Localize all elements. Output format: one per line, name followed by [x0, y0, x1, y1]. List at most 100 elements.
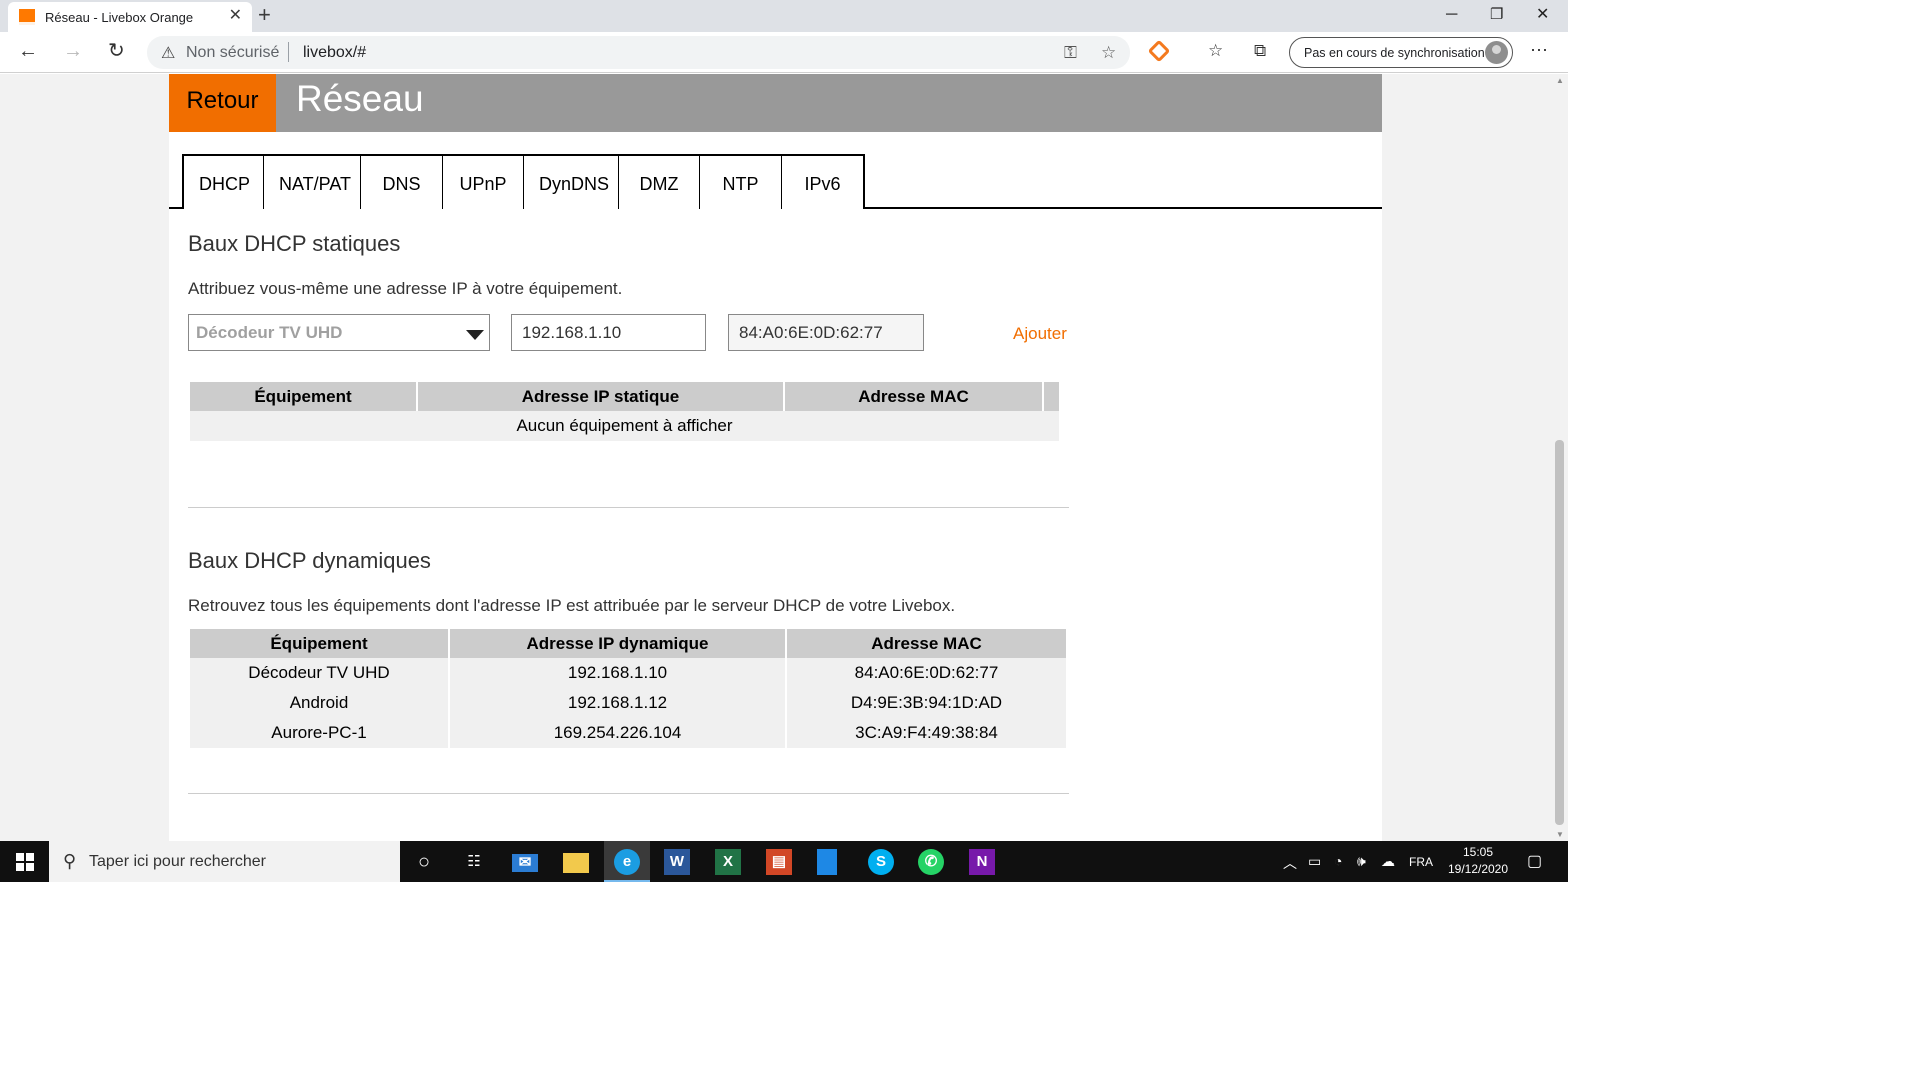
system-clock[interactable]: 15:05 19/12/2020	[1446, 844, 1510, 878]
edge-browser-icon[interactable]: e	[614, 849, 640, 875]
word-icon[interactable]: W	[664, 849, 690, 875]
tab-ipv6[interactable]: IPv6	[782, 156, 863, 209]
cortana-icon[interactable]: ○	[411, 849, 437, 875]
dropdown-arrow-icon	[466, 330, 484, 340]
cell-device: Décodeur TV UHD	[190, 658, 448, 688]
browser-toolbar: ← → ↻ ⚠ Non sécurisé livebox/# ⚿ ☆ ☆ ⧉ P…	[0, 32, 1568, 73]
cell-device: Aurore-PC-1	[190, 718, 448, 748]
search-placeholder: Taper ici pour rechercher	[89, 853, 266, 870]
static-leases-title: Baux DHCP statiques	[188, 231, 401, 256]
task-view-icon[interactable]: ☷	[461, 849, 487, 875]
security-status[interactable]: Non sécurisé	[186, 44, 279, 62]
forward-arrow-icon[interactable]: →	[63, 40, 83, 62]
onedrive-cloud-icon[interactable]: ☁	[1381, 853, 1395, 870]
dynamic-leases-table: Équipement Adresse IP dynamique Adresse …	[188, 629, 1068, 748]
wifi-icon[interactable]: ◔	[1334, 853, 1342, 869]
tab-nat-pat[interactable]: NAT/PAT	[264, 156, 361, 209]
browser-tab[interactable]: Réseau - Livebox Orange ✕	[8, 2, 252, 32]
more-menu-icon[interactable]: ⋯	[1530, 40, 1548, 61]
windows-taskbar: ⚲ Taper ici pour rechercher ○ ☷ ✉ e W X …	[0, 841, 1568, 882]
minimize-button[interactable]: ─	[1446, 4, 1457, 26]
tab-dhcp[interactable]: DHCP	[184, 156, 264, 209]
tab-dmz[interactable]: DMZ	[619, 156, 700, 209]
cell-mac: 84:A0:6E:0D:62:77	[787, 658, 1066, 688]
ip-address-field[interactable]: 192.168.1.10	[511, 314, 706, 351]
dynamic-leases-description: Retrouvez tous les équipements dont l'ad…	[188, 596, 956, 615]
skype-icon[interactable]: S	[868, 849, 894, 875]
tab-dns[interactable]: DNS	[361, 156, 443, 209]
address-bar[interactable]: ⚠ Non sécurisé livebox/# ⚿ ☆	[147, 36, 1130, 69]
file-explorer-icon[interactable]	[563, 853, 589, 873]
refresh-icon[interactable]: ↻	[108, 40, 125, 62]
column-header-actions	[1044, 382, 1059, 411]
new-tab-button[interactable]: +	[258, 3, 271, 27]
static-leases-description: Attribuez vous-même une adresse IP à vot…	[188, 279, 623, 298]
language-indicator[interactable]: FRA	[1409, 855, 1433, 869]
page-title: Réseau	[296, 78, 424, 119]
profile-sync-button[interactable]: Pas en cours de synchronisation	[1289, 37, 1513, 68]
mail-icon[interactable]: ✉	[512, 854, 538, 872]
favorites-list-icon[interactable]: ☆	[1208, 41, 1223, 61]
whatsapp-icon[interactable]: ✆	[918, 849, 944, 875]
show-hidden-icons-chevron-icon[interactable]: ︿	[1283, 853, 1297, 873]
address-separator	[288, 42, 289, 62]
restore-button[interactable]: ❐	[1490, 4, 1503, 26]
table-row: Aurore-PC-1 169.254.226.104 3C:A9:F4:49:…	[190, 718, 1066, 748]
vertical-scrollbar[interactable]: ▲ ▼	[1551, 74, 1568, 841]
extension-icon[interactable]	[1147, 39, 1171, 63]
notifications-icon[interactable]: ▢	[1527, 851, 1542, 871]
warning-icon: ⚠	[161, 45, 176, 62]
tab-upnp[interactable]: UPnP	[443, 156, 524, 209]
clock-time: 15:05	[1462, 845, 1494, 859]
scrollbar-thumb[interactable]	[1555, 440, 1564, 825]
device-select[interactable]: Décodeur TV UHD	[188, 314, 490, 351]
page-viewport: Retour Réseau DHCP NAT/PAT DNS UPnP DynD…	[0, 74, 1568, 841]
tab-dyndns[interactable]: DynDNS	[524, 156, 619, 209]
url-text[interactable]: livebox/#	[303, 44, 366, 62]
sync-label: Pas en cours de synchronisation	[1304, 46, 1485, 60]
clock-date: 19/12/2020	[1447, 862, 1509, 876]
device-select-value: Décodeur TV UHD	[196, 323, 343, 342]
tab-title: Réseau - Livebox Orange	[45, 10, 194, 25]
scroll-up-icon[interactable]: ▲	[1556, 76, 1564, 85]
column-header-device: Équipement	[190, 382, 416, 411]
favorite-star-icon[interactable]: ☆	[1101, 43, 1116, 63]
excel-icon[interactable]: X	[715, 849, 741, 875]
close-tab-icon[interactable]: ✕	[229, 8, 242, 24]
column-header-mac: Adresse MAC	[787, 629, 1066, 658]
phone-app-icon[interactable]	[817, 849, 837, 875]
browser-title-bar: Réseau - Livebox Orange ✕ + ─ ❐ ✕	[0, 0, 1568, 32]
collections-icon[interactable]: ⧉	[1254, 41, 1266, 61]
table-row: Android 192.168.1.12 D4:9E:3B:94:1D:AD	[190, 688, 1066, 718]
add-button[interactable]: Ajouter	[1013, 324, 1067, 344]
page-header: Retour Réseau	[169, 74, 1382, 132]
back-arrow-icon[interactable]: ←	[18, 40, 38, 62]
column-header-static-ip: Adresse IP statique	[418, 382, 783, 411]
cell-ip: 192.168.1.12	[450, 688, 785, 718]
volume-icon[interactable]: 🕪	[1357, 853, 1366, 870]
windows-start-icon[interactable]	[16, 853, 34, 871]
cell-mac: D4:9E:3B:94:1D:AD	[787, 688, 1066, 718]
section-divider	[188, 793, 1069, 794]
orange-favicon-icon	[19, 9, 35, 25]
mac-address-field[interactable]: 84:A0:6E:0D:62:77	[728, 314, 924, 351]
column-header-device: Équipement	[190, 629, 448, 658]
reader-icon[interactable]: ▤	[766, 849, 792, 875]
scroll-down-icon[interactable]: ▼	[1556, 830, 1564, 839]
back-button[interactable]: Retour	[169, 74, 276, 132]
close-window-button[interactable]: ✕	[1536, 4, 1549, 26]
column-header-dynamic-ip: Adresse IP dynamique	[450, 629, 785, 658]
column-header-mac: Adresse MAC	[785, 382, 1042, 411]
tab-ntp[interactable]: NTP	[700, 156, 782, 209]
cell-mac: 3C:A9:F4:49:38:84	[787, 718, 1066, 748]
table-row: Décodeur TV UHD 192.168.1.10 84:A0:6E:0D…	[190, 658, 1066, 688]
section-tabs: DHCP NAT/PAT DNS UPnP DynDNS DMZ NTP IPv…	[182, 154, 865, 209]
avatar-icon	[1485, 41, 1508, 64]
key-icon[interactable]: ⚿	[1064, 43, 1077, 63]
battery-icon[interactable]: ▭	[1308, 853, 1321, 870]
cell-ip: 169.254.226.104	[450, 718, 785, 748]
cell-ip: 192.168.1.10	[450, 658, 785, 688]
taskbar-search-box[interactable]: ⚲ Taper ici pour rechercher	[49, 841, 400, 882]
onenote-icon[interactable]: N	[969, 849, 995, 875]
livebox-page: Retour Réseau DHCP NAT/PAT DNS UPnP DynD…	[169, 74, 1382, 841]
